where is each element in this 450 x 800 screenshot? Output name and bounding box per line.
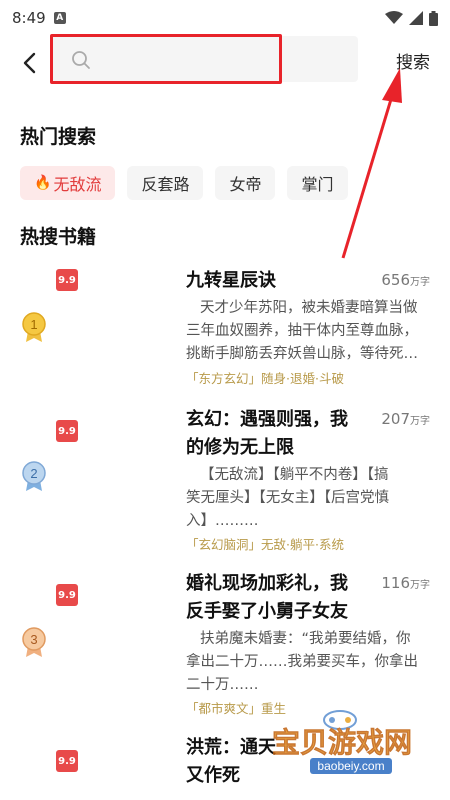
flame-icon: 🔥 [34,175,52,191]
book-desc-line3: 入】……… [186,513,259,529]
search-header: 搜索 [0,34,450,86]
watermark-text: 宝贝游戏网 [272,726,412,759]
book-desc-line2: 拿出二十万……我弟要买车，你拿出 [186,654,418,670]
wordcount-unit: 万字 [410,580,430,591]
app-notification-icon: A [53,12,66,24]
medal-rank: 1 [30,317,37,332]
search-icon [72,51,90,69]
book-title-line1: 婚礼现场加彩礼，我 [186,573,348,594]
tag-label: 掌门 [301,175,334,194]
book-desc-line3: 挑断手脚筋丢弃妖兽山脉，等待死… [186,346,418,362]
hot-books-title: 热搜书籍 [20,226,97,248]
status-time: 8:49 [12,9,46,27]
book-desc-line3: 二十万…… [186,677,259,693]
hot-search-tags: 🔥 无敌流 反套路 女帝 掌门 [20,166,348,200]
wordcount-unit: 万字 [410,277,430,288]
book-title-line1: 玄幻：遇强则强，我 [186,409,348,430]
wordcount-number: 656 [381,271,410,289]
score-badge: 9.9 [56,420,78,442]
book-item-2[interactable]: 9.9 2 玄幻：遇强则强，我 的修为无上限 207万字 【无敌流】【躺平不内卷… [0,406,450,556]
book-wordcount: 207万字 [381,410,430,428]
book-item-1[interactable]: 9.9 1 九转星辰诀 656万字 天才少年苏阳，被未婚妻暗算当做 三年血奴圈养… [0,265,450,395]
score-badge: 9.9 [56,750,78,772]
watermark-logo: 宝贝游戏网 baobeiy.com [272,710,412,774]
status-bar: 8:49 A [0,0,450,36]
wifi-icon [385,11,403,24]
tag-label: 女帝 [229,175,262,194]
book-desc-line1: 【无敌流】【躺平不内卷】【搞 [200,467,389,483]
wordcount-number: 207 [381,410,410,428]
silver-medal-icon: 2 [22,461,46,491]
book-tags: 「玄幻脑洞」无敌·躺平·系统 [186,537,344,552]
hot-tag-3[interactable]: 掌门 [287,166,348,200]
chevron-left-icon [23,52,36,74]
hot-tag-1[interactable]: 反套路 [127,166,204,200]
gold-medal-icon: 1 [22,312,46,342]
search-input[interactable] [50,36,358,82]
status-right-icons [385,10,438,26]
book-desc-line2: 笑无厘头】【无女主】【后宫党慎 [186,490,389,506]
score-badge: 9.9 [56,584,78,606]
signal-icon [409,11,423,25]
tag-label: 无敌流 [53,175,102,194]
wordcount-unit: 万字 [410,416,430,427]
medal-rank: 3 [30,632,37,647]
book-title-line2: 反手娶了小舅子女友 [186,601,348,622]
bronze-medal-icon: 3 [22,627,46,657]
search-button[interactable]: 搜索 [396,48,430,73]
score-badge: 9.9 [56,269,78,291]
hot-tag-0[interactable]: 🔥 无敌流 [20,166,116,200]
battery-icon [429,10,438,26]
book-desc-line2: 三年血奴圈养，抽干体内至尊血脉， [186,323,418,339]
tag-label: 反套路 [141,175,190,194]
back-button[interactable] [18,50,40,76]
book-desc-line1: 扶弟魔未婚妻：“我弟要结婚，你 [200,631,411,647]
book-title-line2: 的修为无上限 [186,437,294,458]
wordcount-number: 116 [381,574,410,592]
medal-rank: 2 [30,466,37,481]
book-wordcount: 656万字 [381,271,430,289]
book-item-3[interactable]: 9.9 3 婚礼现场加彩礼，我 反手娶了小舅子女友 116万字 扶弟魔未婚妻：“… [0,570,450,720]
book-title: 九转星辰诀 [186,270,276,291]
watermark-url: baobeiy.com [317,759,384,773]
book-desc-line1: 天才少年苏阳，被未婚妻暗算当做 [200,300,418,316]
book-wordcount: 116万字 [381,574,430,592]
hot-search-title: 热门搜索 [20,126,97,148]
book-tags: 「东方玄幻」随身·退婚·斗破 [186,371,344,386]
hot-tag-2[interactable]: 女帝 [215,166,276,200]
